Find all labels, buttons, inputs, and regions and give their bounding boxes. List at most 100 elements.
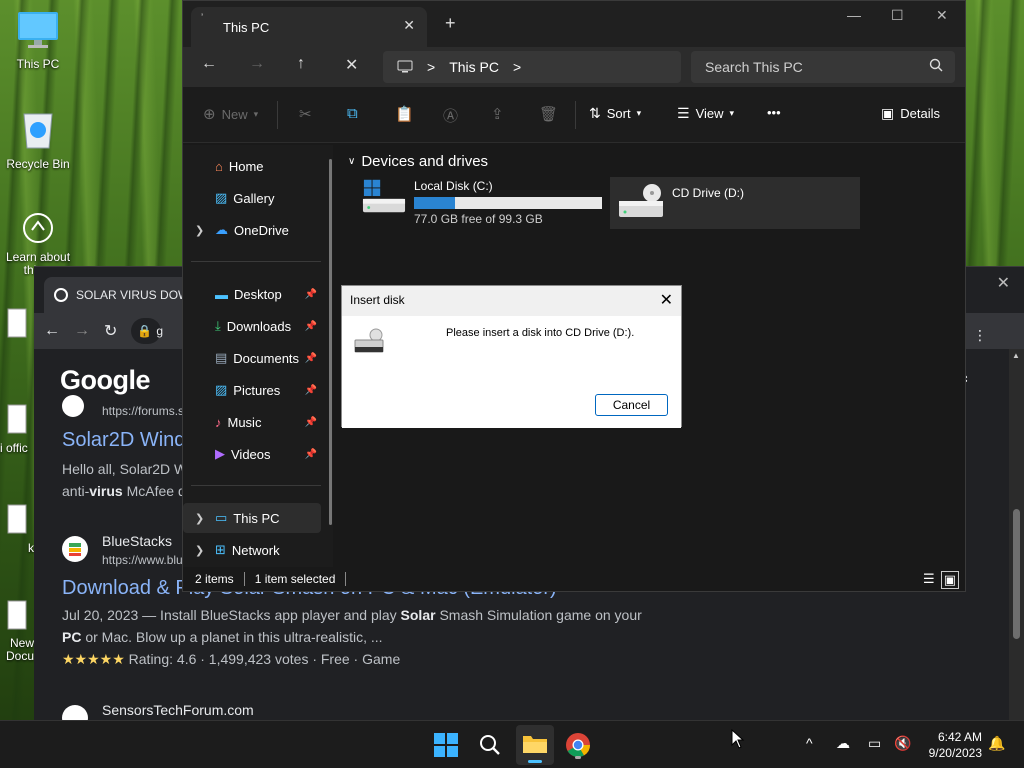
back-arrow-icon[interactable]: ←: [44, 322, 60, 340]
tray-overflow-icon[interactable]: ^: [806, 735, 813, 751]
document-icon: [7, 308, 27, 338]
search-input[interactable]: Search This PC: [691, 51, 955, 83]
desktop-icon-label: This PC: [16, 57, 60, 71]
nav-item-gallery[interactable]: ▨ Gallery: [183, 183, 321, 213]
delete-icon[interactable]: 🗑: [539, 105, 558, 123]
paste-icon[interactable]: 📋: [395, 105, 414, 123]
more-options-icon[interactable]: •••: [767, 105, 781, 120]
close-window-icon[interactable]: ✕: [936, 7, 948, 24]
pin-icon[interactable]: 📌: [305, 417, 317, 428]
status-selection: 1 item selected: [254, 572, 336, 586]
new-tab-button[interactable]: +: [445, 13, 456, 34]
result-site-name: BlueStacks: [102, 533, 173, 549]
desktop-icon-this-pc[interactable]: This PC: [0, 10, 76, 71]
desktop-icon-label: i offic: [0, 441, 28, 455]
chevron-right-icon[interactable]: ❯: [195, 512, 204, 525]
snippet-text: McAfee d: [122, 483, 186, 499]
forward-arrow-icon[interactable]: →: [249, 55, 265, 73]
search-icon: [929, 58, 943, 72]
snippet-bold: virus: [89, 483, 123, 499]
share-icon[interactable]: ⇪: [491, 105, 504, 123]
minimize-icon[interactable]: —: [847, 7, 861, 23]
desktop-icon-doc-1[interactable]: [0, 308, 34, 345]
start-button[interactable]: [430, 729, 462, 761]
view-button[interactable]: ☰ View ▾: [677, 105, 734, 122]
scrollbar-thumb[interactable]: [1013, 509, 1020, 639]
snippet-text: Hello all, Solar2D W: [62, 461, 188, 477]
group-header[interactable]: ∨ Devices and drives: [348, 153, 488, 170]
nav-item-this-pc[interactable]: ❯ ▭ This PC: [183, 503, 321, 533]
pin-icon[interactable]: 📌: [305, 289, 317, 300]
breadcrumb-this-pc[interactable]: This PC: [449, 59, 499, 75]
explorer-tab[interactable]: ʼ This PC ✕: [191, 7, 427, 47]
nav-item-pictures[interactable]: ▨ Pictures 📌: [183, 375, 321, 405]
details-view-icon[interactable]: ☰: [923, 571, 935, 589]
nav-item-desktop[interactable]: ▬ Desktop 📌: [183, 279, 321, 309]
onedrive-tray-icon[interactable]: ☁: [836, 735, 850, 752]
volume-muted-icon[interactable]: 🔇: [894, 735, 911, 752]
nav-scrollbar[interactable]: [329, 159, 332, 525]
taskbar-file-explorer[interactable]: [516, 725, 554, 765]
drive-local-disk-c[interactable]: Local Disk (C:) 77.0 GB free of 99.3 GB: [362, 179, 602, 226]
pin-icon[interactable]: 📌: [305, 353, 317, 364]
nav-item-onedrive[interactable]: ❯ ☁ OneDrive: [183, 215, 321, 245]
new-button-label: New: [221, 106, 248, 122]
cut-icon[interactable]: ✂: [299, 105, 312, 123]
clock-time: 6:42 AM: [937, 730, 982, 744]
nav-item-downloads[interactable]: ⤓ Downloads 📌: [183, 311, 321, 341]
search-button[interactable]: [474, 729, 506, 761]
reload-icon[interactable]: ↻: [104, 321, 117, 341]
new-button[interactable]: ⊕ New ▾: [203, 105, 258, 123]
nav-item-videos[interactable]: ▶ Videos 📌: [183, 439, 321, 469]
copy-icon[interactable]: ⧉: [347, 105, 358, 122]
sort-button[interactable]: ⇅ Sort ▾: [589, 105, 641, 122]
desktop-icon-doc-3[interactable]: k: [0, 504, 34, 555]
nav-item-network[interactable]: ❯ ⊞ Network: [183, 535, 321, 565]
search-placeholder: Search This PC: [705, 59, 803, 75]
result-title-link[interactable]: Solar2D Wind: [62, 429, 185, 452]
maximize-icon[interactable]: ☐: [891, 7, 904, 24]
network-tray-icon[interactable]: ▭: [868, 735, 881, 752]
browser-close-icon[interactable]: ✕: [997, 273, 1010, 293]
details-button[interactable]: ▣ Details: [881, 105, 940, 122]
dialog-close-icon[interactable]: ✕: [660, 290, 673, 310]
nav-item-documents[interactable]: ▤ Documents 📌: [183, 343, 321, 373]
stop-loading-icon[interactable]: ✕: [345, 55, 358, 75]
taskbar-clock[interactable]: 6:42 AM 9/20/2023: [929, 729, 982, 761]
browser-scrollbar[interactable]: ▲: [1009, 349, 1024, 720]
chevron-right-icon[interactable]: ❯: [195, 544, 204, 557]
google-favicon-icon: [54, 288, 68, 302]
notification-bell-icon[interactable]: 🔔: [988, 735, 1005, 752]
tab-close-icon[interactable]: ✕: [403, 17, 415, 34]
tiles-view-icon[interactable]: ▣: [940, 571, 959, 589]
result-url: https://forums.s: [102, 404, 185, 418]
nav-label: Downloads: [226, 318, 292, 334]
desktop-icon-doc-2[interactable]: i offic: [0, 404, 34, 455]
address-box[interactable]: > This PC >: [383, 51, 681, 83]
nav-label: Network: [231, 542, 280, 558]
back-arrow-icon[interactable]: ←: [201, 55, 217, 73]
nav-item-music[interactable]: ♪ Music 📌: [183, 407, 321, 437]
drive-details: Local Disk (C:) 77.0 GB free of 99.3 GB: [414, 179, 602, 226]
pin-icon[interactable]: 📌: [305, 385, 317, 396]
breadcrumb-chevron-icon[interactable]: >: [513, 59, 521, 75]
desktop-icon-recycle-bin[interactable]: Recycle Bin: [0, 108, 76, 171]
pin-icon[interactable]: 📌: [305, 321, 317, 332]
omnibox[interactable]: 🔒 g: [131, 318, 163, 344]
browser-menu-icon[interactable]: ⋮: [973, 327, 987, 344]
bluestacks-icon: [69, 543, 81, 556]
forward-arrow-icon[interactable]: →: [74, 322, 90, 340]
nav-label: Desktop: [234, 286, 282, 302]
desktop-icon-doc-4[interactable]: New Docu: [0, 600, 34, 663]
cancel-button[interactable]: Cancel: [595, 394, 668, 416]
drive-cd-d[interactable]: CD Drive (D:): [610, 177, 860, 229]
google-logo[interactable]: Google: [60, 365, 151, 396]
pin-icon[interactable]: 📌: [305, 449, 317, 460]
taskbar-chrome[interactable]: [562, 729, 594, 761]
running-indicator: [575, 756, 581, 759]
chevron-right-icon[interactable]: ❯: [195, 224, 204, 237]
rename-icon[interactable]: Ⓐ: [443, 105, 458, 126]
up-arrow-icon[interactable]: ↑: [297, 55, 305, 73]
scroll-up-arrow-icon[interactable]: ▲: [1012, 351, 1020, 360]
nav-item-home[interactable]: ⌂ Home: [183, 151, 321, 181]
